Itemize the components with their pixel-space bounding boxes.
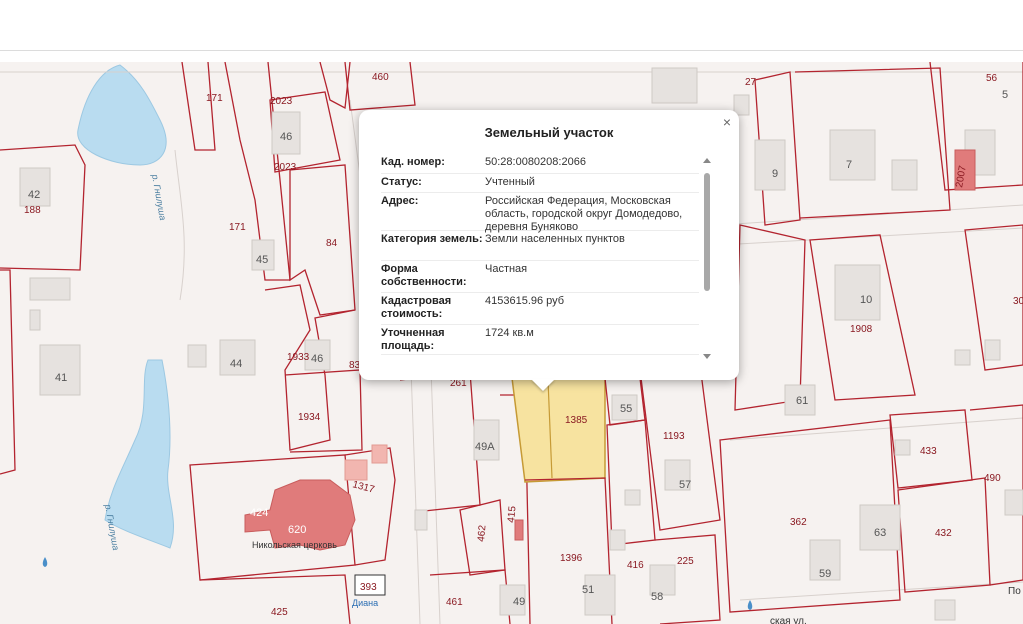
info-row-value: 50:28:0080208:2066 [485, 156, 586, 168]
info-row: Кад. номер: 50:28:0080208:2066 [381, 154, 699, 174]
parcel-label: 30 [1013, 296, 1023, 307]
building-number: 55 [620, 403, 632, 415]
parcel-label: 1193 [663, 431, 685, 442]
parcel-label: 460 [372, 72, 389, 83]
popup-title: Земельный участок [484, 125, 614, 140]
parcel-label: 2023 [270, 96, 293, 107]
building-number: 46 [311, 353, 323, 365]
shop-label: Диана [352, 598, 378, 608]
parcel-label: 415 [506, 505, 518, 523]
parcel-label: 424 [250, 507, 268, 519]
selected-parcel[interactable] [511, 377, 606, 483]
scroll-thumb[interactable] [704, 173, 710, 291]
parcel-label: 1908 [850, 324, 873, 335]
building-number: 44 [230, 358, 242, 370]
parcel-label: 461 [446, 597, 463, 608]
info-row-label: Адрес: [381, 195, 419, 207]
parcel-label: 490 [984, 473, 1001, 484]
info-row-label: Форма собственности: [381, 263, 467, 288]
building-number: 58 [651, 591, 663, 603]
building-number: 59 [819, 568, 831, 580]
info-row-value: 4153615.96 руб [485, 295, 565, 307]
building-number: 42 [28, 189, 40, 201]
building-number: 49 [513, 596, 525, 608]
parcel-label: 27 [745, 77, 757, 88]
top-bar [0, 0, 1023, 51]
info-row-label: Уточненная площадь: [381, 327, 445, 352]
parcel-label: 2023 [274, 162, 297, 173]
parcel-label: 393 [360, 582, 377, 593]
scroll-up-icon[interactable] [703, 158, 711, 163]
street-label: ская ул. [770, 616, 807, 624]
info-row-label: Категория земель: [381, 233, 483, 245]
building-number: 41 [55, 372, 67, 384]
parcel-label: 362 [790, 517, 807, 528]
info-row-value: 1724 кв.м [485, 327, 534, 339]
info-row: Форма собственности: Частная [381, 261, 699, 293]
parcel-label: 432 [935, 528, 952, 539]
parcel-label: 56 [986, 73, 998, 84]
building-number: 49А [475, 441, 495, 453]
scroll-down-icon[interactable] [703, 354, 711, 359]
info-row-value: Учтенный [485, 176, 535, 188]
parcel-label: 171 [229, 222, 246, 233]
building-label: 5 [1002, 89, 1008, 101]
building-number: 620 [288, 524, 306, 536]
info-row: Категория земель: Земли населенных пункто… [381, 231, 699, 261]
parcel-label: 225 [677, 556, 694, 567]
info-row: Статус: Учтенный [381, 174, 699, 193]
popup-info-table: Кад. номер: 50:28:0080208:2066 Статус: Учте… [381, 154, 699, 366]
parcel-label: 416 [627, 560, 644, 571]
building-number: 51 [582, 584, 594, 596]
info-row-value: Российская Федерация, Московская область… [485, 195, 683, 233]
street-label: По [1008, 586, 1021, 597]
building-number: 10 [860, 294, 872, 306]
close-icon[interactable]: × [720, 114, 734, 130]
parcel-label: 1396 [560, 553, 583, 564]
info-row: Адрес: Российская Федерация, Московская о… [381, 193, 699, 233]
info-row-label: Статус: [381, 176, 422, 188]
building-number: 63 [874, 527, 886, 539]
info-row-label: Кад. номер: [381, 156, 445, 168]
building-number: 46 [280, 131, 292, 143]
parcel-label: 1933 [287, 352, 310, 363]
parcel-label: 171 [206, 93, 223, 104]
parcel-info-popup: Земельный участок × Кад. номер: 50:28:008… [359, 110, 739, 380]
parcel-label: 188 [24, 205, 41, 216]
popup-scrollbar[interactable] [703, 158, 713, 360]
info-row: Уточненная площадь: 1724 кв.м [381, 325, 699, 355]
info-row-value: Частная [485, 263, 528, 275]
parcel-label: 1385 [565, 415, 588, 426]
building-number: 7 [846, 159, 852, 171]
info-row-value: Земли населенных пунктов [485, 233, 625, 245]
parcel-label: 84 [326, 238, 338, 249]
info-row-label: Кадастровая стоимость: [381, 295, 452, 320]
parcel-label: 425 [271, 607, 288, 618]
building-number: 45 [256, 254, 268, 266]
parcel-label: 1934 [298, 412, 321, 423]
building-number: 9 [772, 168, 778, 180]
parcel-label: 462 [476, 524, 488, 542]
popup-pointer [531, 379, 555, 391]
parcel-label: 433 [920, 446, 937, 457]
info-row: Кадастровая стоимость: 4153615.96 руб [381, 293, 699, 325]
building-number: 61 [796, 395, 808, 407]
church-label: Никольская церковь [252, 540, 337, 550]
building-number: 57 [679, 479, 691, 491]
